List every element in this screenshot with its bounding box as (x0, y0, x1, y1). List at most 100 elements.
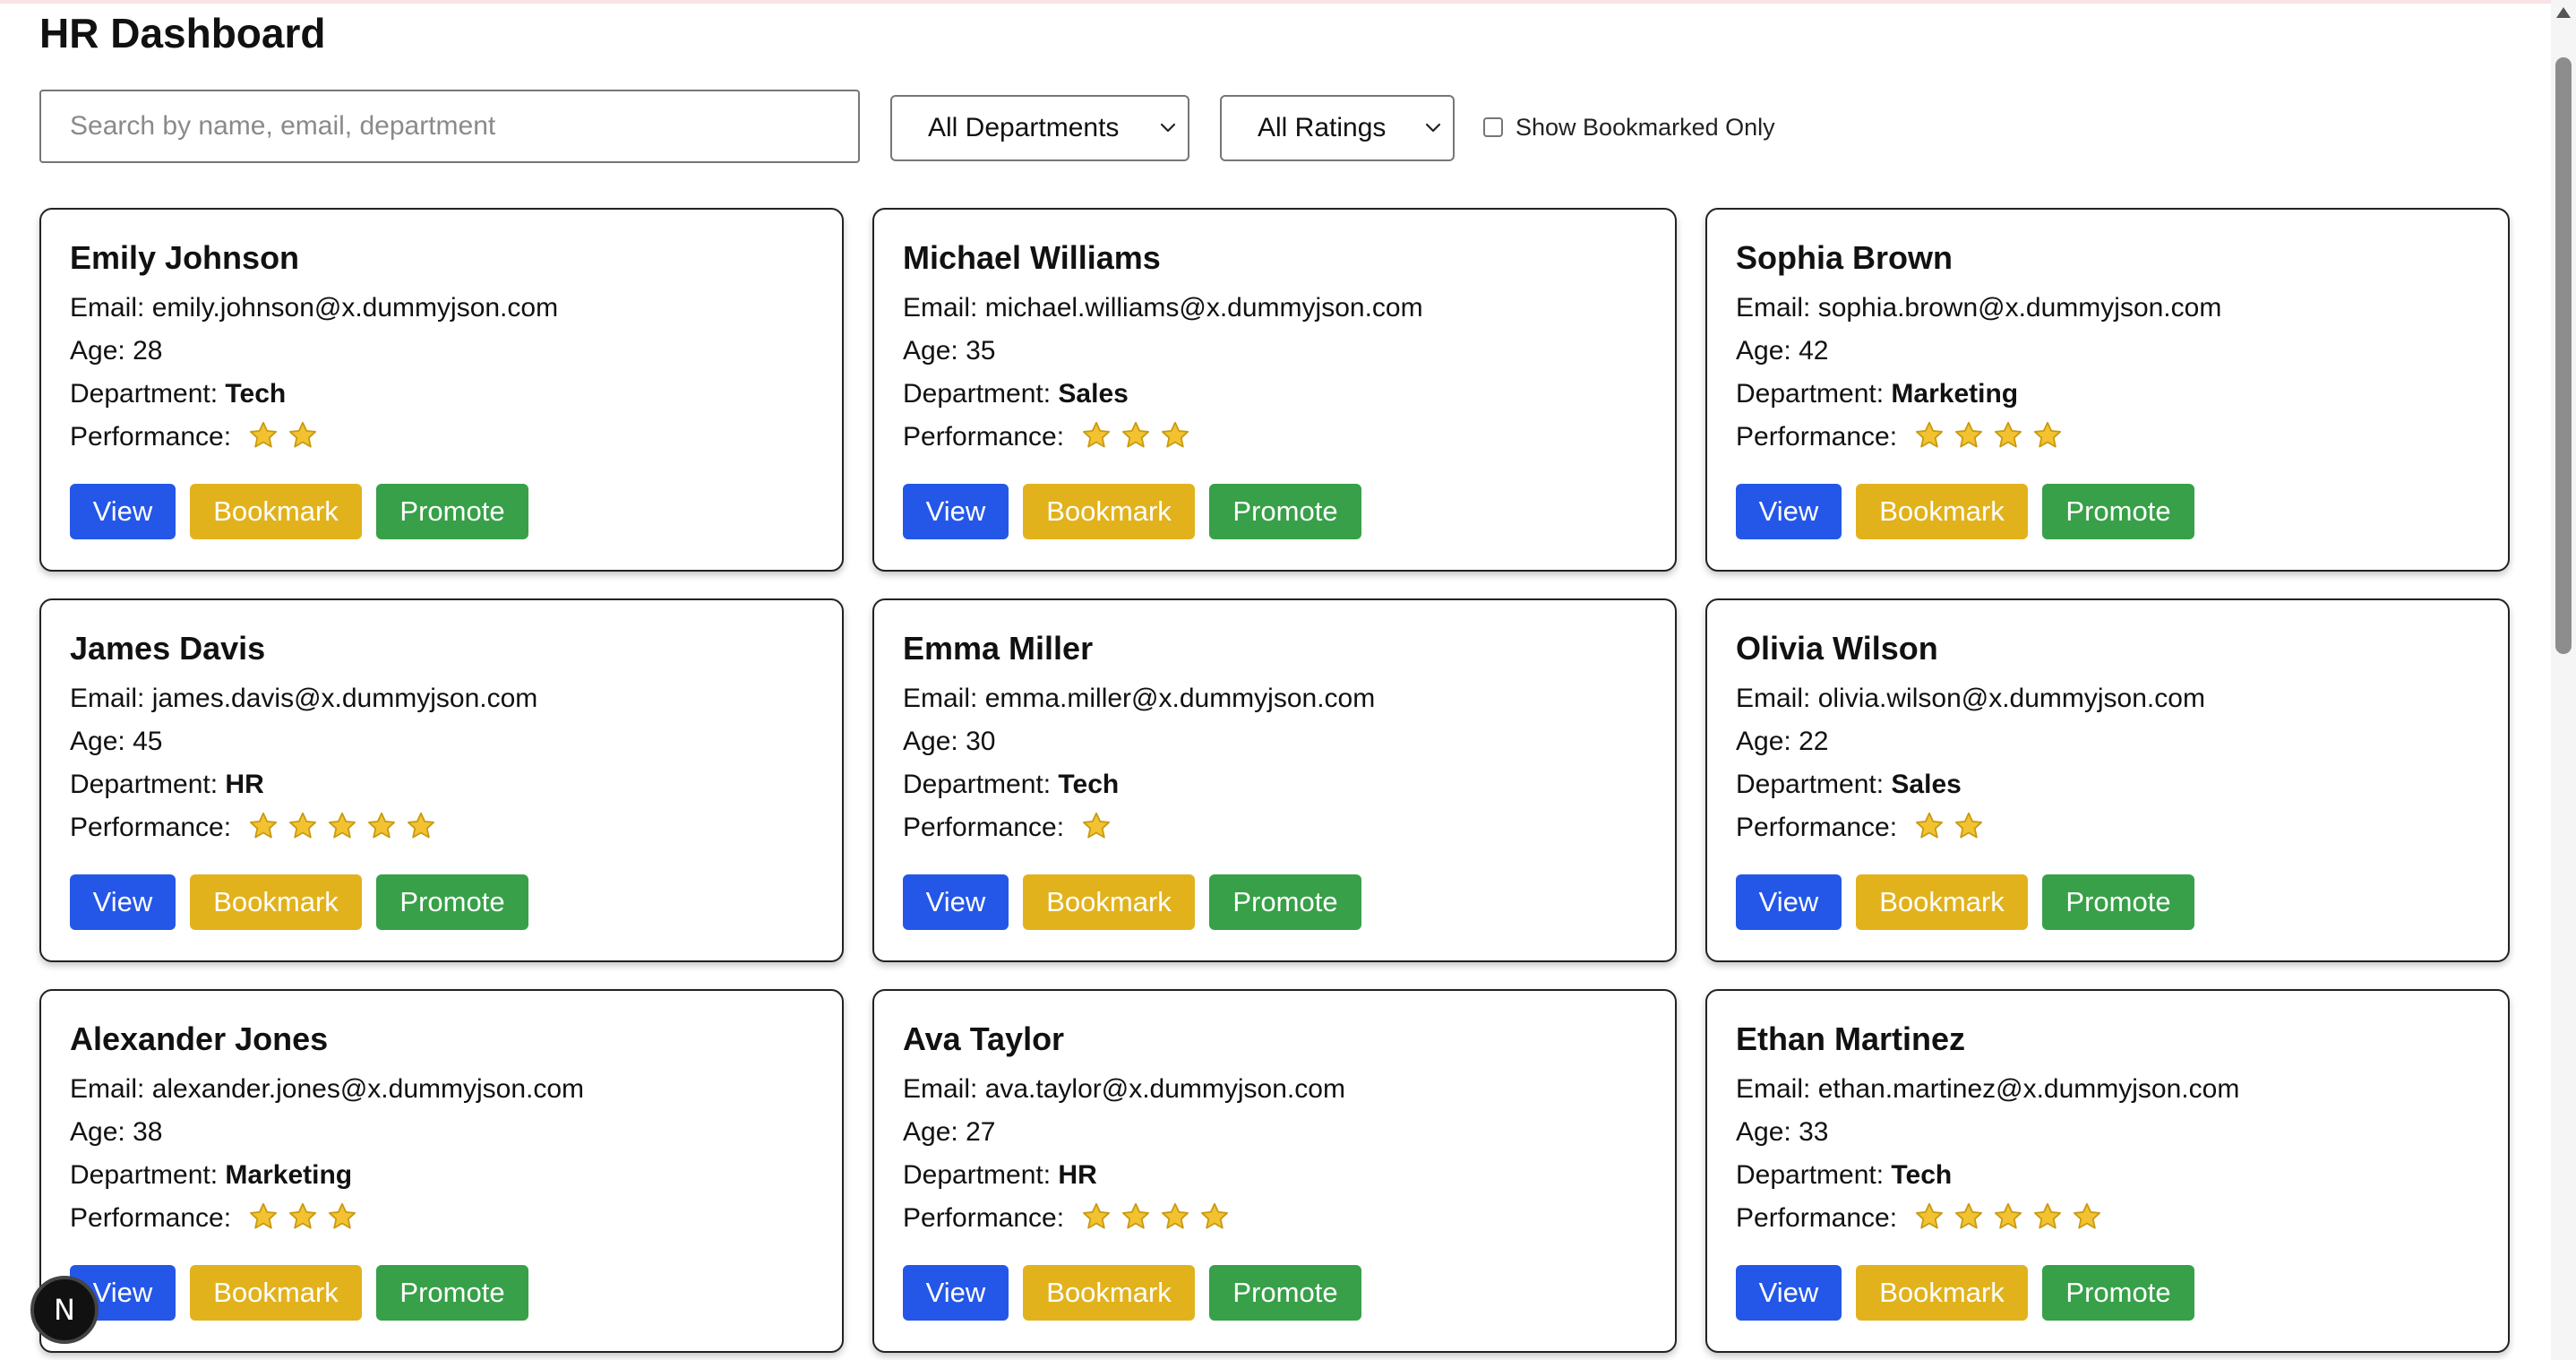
employee-email: alexander.jones@x.dummyjson.com (151, 1074, 585, 1104)
email-label: Email: (70, 1074, 152, 1104)
view-button[interactable]: View (1736, 484, 1842, 539)
employee-performance-row: Performance: (1736, 1197, 2479, 1240)
card-actions: View Bookmark Promote (903, 484, 1361, 539)
email-label: Email: (70, 293, 152, 323)
email-label: Email: (903, 1074, 985, 1104)
performance-stars (1080, 810, 1112, 842)
performance-stars (1080, 419, 1191, 452)
view-button[interactable]: View (1736, 1265, 1842, 1321)
employee-email: ava.taylor@x.dummyjson.com (984, 1074, 1345, 1104)
bookmark-button[interactable]: Bookmark (190, 484, 362, 539)
bookmark-button[interactable]: Bookmark (1856, 1265, 2028, 1321)
card-actions: View Bookmark Promote (70, 1265, 528, 1321)
star-icon (2034, 1202, 2062, 1229)
age-label: Age: (903, 1117, 966, 1147)
employee-name: Emily Johnson (70, 239, 300, 276)
promote-button[interactable]: Promote (1209, 874, 1361, 930)
department-select[interactable]: All Departments (890, 95, 1189, 161)
email-label: Email: (1736, 1074, 1818, 1104)
star-icon (1916, 421, 1944, 448)
view-button[interactable]: View (903, 484, 1009, 539)
view-button[interactable]: View (903, 874, 1009, 930)
employee-department: Tech (1891, 1160, 1953, 1190)
rating-select-value: All Ratings (1258, 113, 1387, 142)
promote-button[interactable]: Promote (1209, 1265, 1361, 1321)
performance-label: Performance: (70, 1203, 239, 1233)
employee-department-row: Department: Sales (903, 373, 1646, 416)
promote-button[interactable]: Promote (1209, 484, 1361, 539)
employee-age: 30 (966, 727, 996, 756)
employee-email: emily.johnson@x.dummyjson.com (151, 293, 559, 323)
employee-age: 38 (133, 1117, 163, 1147)
employee-performance-row: Performance: (70, 1197, 813, 1240)
employee-email: olivia.wilson@x.dummyjson.com (1817, 684, 2205, 713)
employee-age-row: Age: 45 (70, 720, 813, 763)
employee-age: 42 (1799, 336, 1829, 366)
bookmark-button[interactable]: Bookmark (190, 874, 362, 930)
bookmarked-only-toggle[interactable]: Show Bookmarked Only (1483, 109, 1775, 145)
rating-select[interactable]: All Ratings (1220, 95, 1455, 161)
star-icon (250, 1202, 278, 1229)
employee-performance-row: Performance: (70, 416, 813, 459)
email-label: Email: (903, 684, 985, 713)
employee-performance-row: Performance: (903, 416, 1646, 459)
star-icon (2074, 1202, 2101, 1229)
bookmark-button[interactable]: Bookmark (1023, 1265, 1195, 1321)
employee-card: Ava Taylor Email: ava.taylor@x.dummyjson… (872, 989, 1677, 1353)
employee-card: Michael Williams Email: michael.williams… (872, 208, 1677, 572)
card-actions: View Bookmark Promote (903, 1265, 1361, 1321)
star-icon (289, 421, 317, 448)
promote-button[interactable]: Promote (2042, 1265, 2194, 1321)
promote-button[interactable]: Promote (2042, 874, 2194, 930)
star-icon (1162, 1202, 1189, 1229)
promote-button[interactable]: Promote (376, 1265, 528, 1321)
chevron-down-icon (1425, 123, 1441, 133)
star-icon (1083, 421, 1111, 448)
performance-stars (1080, 1201, 1231, 1233)
bookmark-button[interactable]: Bookmark (1023, 874, 1195, 930)
performance-label: Performance: (1736, 422, 1905, 452)
performance-stars (247, 1201, 358, 1233)
employee-performance-row: Performance: (1736, 416, 2479, 459)
view-button[interactable]: View (1736, 874, 1842, 930)
employee-card-grid: Emily Johnson Email: emily.johnson@x.dum… (39, 208, 2512, 1353)
star-icon (1995, 1202, 2022, 1229)
view-button[interactable]: View (70, 484, 176, 539)
employee-department-row: Department: Sales (1736, 763, 2479, 806)
employee-age: 27 (966, 1117, 996, 1147)
employee-name: Emma Miller (903, 630, 1094, 667)
employee-email-row: Email: james.davis@x.dummyjson.com (70, 677, 813, 720)
view-button[interactable]: View (70, 874, 176, 930)
bookmark-button[interactable]: Bookmark (1856, 484, 2028, 539)
performance-label: Performance: (1736, 1203, 1905, 1233)
employee-age: 35 (966, 336, 996, 366)
star-icon (408, 812, 435, 839)
star-icon (329, 1202, 356, 1229)
department-label: Department: (1736, 770, 1892, 799)
scroll-up-arrow-icon[interactable] (2556, 7, 2571, 18)
bookmark-button[interactable]: Bookmark (190, 1265, 362, 1321)
star-icon (1162, 421, 1189, 448)
promote-button[interactable]: Promote (376, 874, 528, 930)
employee-age-row: Age: 28 (70, 330, 813, 373)
employee-email-row: Email: michael.williams@x.dummyjson.com (903, 287, 1646, 330)
promote-button[interactable]: Promote (376, 484, 528, 539)
scrollbar-thumb[interactable] (2555, 57, 2572, 654)
age-label: Age: (70, 727, 133, 756)
bookmark-button[interactable]: Bookmark (1023, 484, 1195, 539)
bookmarked-only-checkbox[interactable] (1483, 117, 1503, 137)
dev-tools-badge[interactable]: N (30, 1276, 99, 1344)
performance-label: Performance: (903, 1203, 1072, 1233)
search-input[interactable] (39, 90, 860, 163)
employee-age-row: Age: 35 (903, 330, 1646, 373)
bookmark-button[interactable]: Bookmark (1856, 874, 2028, 930)
view-button[interactable]: View (903, 1265, 1009, 1321)
employee-performance-row: Performance: (70, 806, 813, 849)
employee-performance-row: Performance: (1736, 806, 2479, 849)
performance-stars (247, 419, 319, 452)
vertical-scrollbar[interactable] (2551, 0, 2576, 1360)
card-actions: View Bookmark Promote (903, 874, 1361, 930)
star-icon (1122, 421, 1150, 448)
promote-button[interactable]: Promote (2042, 484, 2194, 539)
department-label: Department: (70, 379, 226, 409)
